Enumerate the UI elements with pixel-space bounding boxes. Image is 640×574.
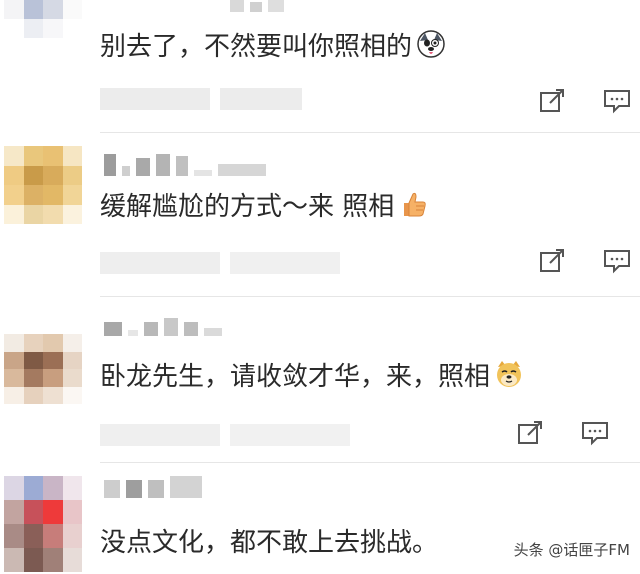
- username-blurred: [104, 154, 266, 176]
- comment-text-label: 缓解尴尬的方式～来 照相: [100, 191, 395, 222]
- share-button[interactable]: [538, 88, 568, 114]
- doge-face-icon: [494, 359, 524, 389]
- username-blurred: [230, 0, 284, 12]
- comment-text: 没点文化，都不敢上去挑战。: [100, 520, 438, 560]
- avatar[interactable]: [4, 0, 82, 38]
- reply-button[interactable]: [602, 248, 632, 274]
- husky-face-icon: [416, 29, 446, 59]
- comment-meta-blurred: [100, 88, 302, 110]
- thumbs-up-icon: [398, 189, 428, 219]
- watermark: 头条 @话匣子FM: [513, 541, 630, 559]
- reply-button[interactable]: [602, 88, 632, 114]
- avatar[interactable]: [4, 334, 82, 404]
- share-icon: [518, 421, 542, 444]
- comment-meta-blurred: [100, 424, 350, 446]
- comment-bubble-icon: [604, 250, 630, 274]
- share-icon: [540, 89, 564, 112]
- avatar[interactable]: [4, 146, 82, 224]
- share-button[interactable]: [516, 420, 546, 446]
- comment-bubble-icon: [604, 90, 630, 114]
- username-blurred: [104, 476, 202, 498]
- avatar[interactable]: [4, 476, 82, 572]
- comment-text: 缓解尴尬的方式～来 照相: [100, 184, 428, 224]
- comment-3: 卧龙先生，请收敛才华，来，照相: [0, 296, 640, 458]
- comment-text-label: 没点文化，都不敢上去挑战。: [100, 527, 439, 558]
- username-blurred: [104, 318, 222, 336]
- reply-button[interactable]: [580, 420, 610, 446]
- comment-bubble-icon: [582, 422, 608, 446]
- comment-text: 卧龙先生，请收敛才华，来，照相: [100, 354, 524, 394]
- share-button[interactable]: [538, 248, 568, 274]
- comment-4: 没点文化，都不敢上去挑战。 头条 @话匣子FM: [0, 462, 640, 574]
- comment-1: 别去了，不然要叫你照相的: [0, 0, 640, 130]
- comment-text: 别去了，不然要叫你照相的: [100, 24, 446, 64]
- comment-meta-blurred: [100, 252, 340, 274]
- comment-text-label: 卧龙先生，请收敛才华，来，照相: [100, 361, 491, 392]
- share-icon: [540, 249, 564, 272]
- comment-text-label: 别去了，不然要叫你照相的: [100, 31, 413, 62]
- comment-2: 缓解尴尬的方式～来 照相: [0, 132, 640, 294]
